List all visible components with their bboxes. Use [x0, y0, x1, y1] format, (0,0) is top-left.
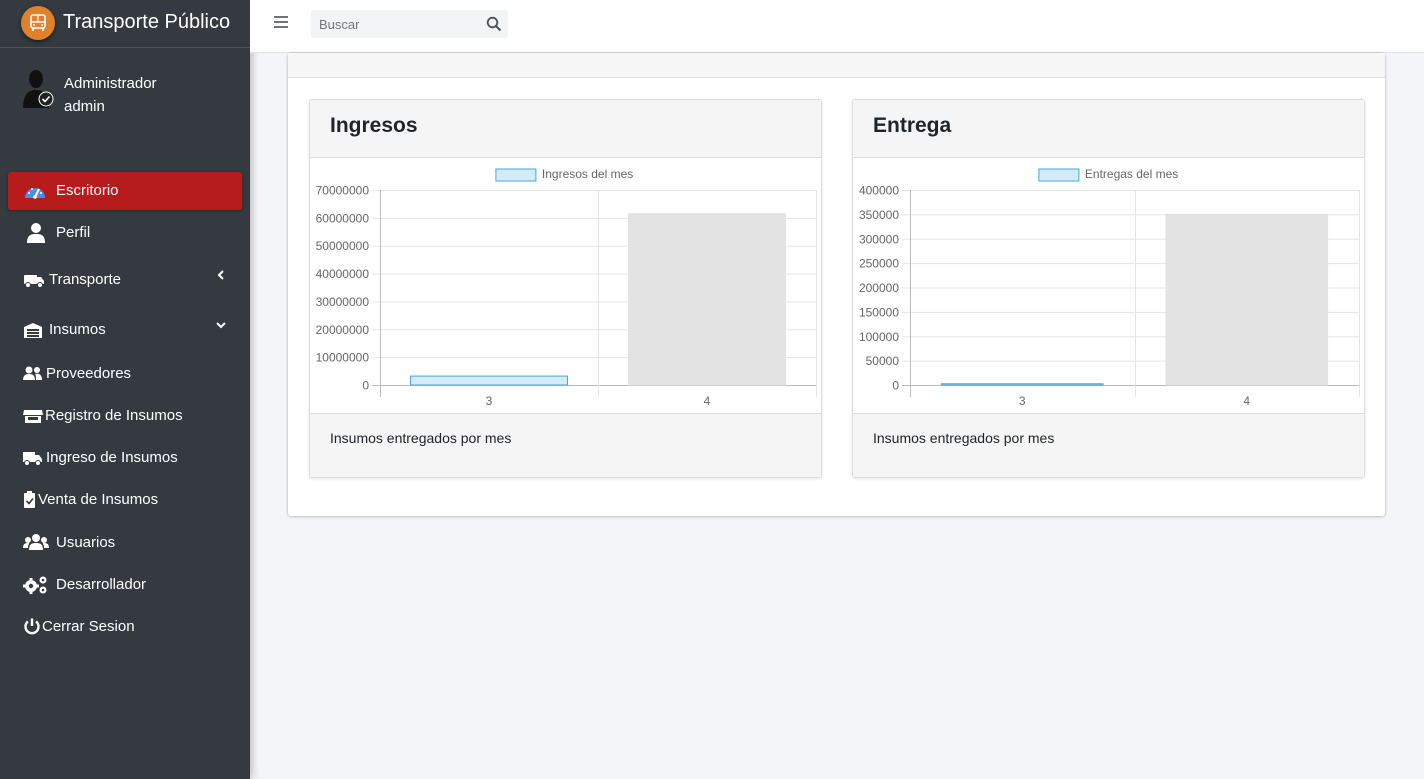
- sidebar-item-label: Ingreso de Insumos: [46, 449, 178, 466]
- brand-title: Transporte Público: [63, 11, 231, 33]
- sidebar-item-insumos[interactable]: Insumos: [8, 311, 242, 349]
- y-tick-label: 100000: [859, 330, 899, 344]
- ingresos-bar-chart: Ingresos del mes 0 10000000 20000000 3000000…: [316, 167, 817, 408]
- y-tick-label: 10000000: [316, 351, 370, 365]
- entrega-card: Entrega Entregas del mes 0 50000 100000 1500…: [852, 99, 1365, 478]
- y-tick-label: 40000000: [316, 267, 370, 281]
- card-header: Entrega: [853, 100, 1364, 158]
- x-tick-label: 4: [1243, 394, 1250, 408]
- users-icon: [23, 534, 49, 550]
- y-tick-label: 150000: [859, 305, 899, 319]
- user-name[interactable]: Administrador: [64, 75, 157, 92]
- y-tick-label: 0: [892, 379, 899, 393]
- top-navbar: [250, 0, 1424, 53]
- dashboard-card: Ingresos Ingresos del mes 0 10000000 200000…: [288, 53, 1385, 516]
- y-tick-label: 70000000: [316, 184, 370, 198]
- legend-label: Ingresos del mes: [542, 167, 633, 181]
- y-tick-label: 250000: [859, 257, 899, 271]
- bar: [628, 213, 786, 386]
- sidebar-item-venta-insumos[interactable]: Venta de Insumos: [8, 481, 242, 519]
- sidebar-item-registro-insumos[interactable]: Registro de Insumos: [8, 397, 242, 435]
- user-panel: Administrador admin: [0, 60, 250, 130]
- user-role: admin: [64, 98, 105, 115]
- x-tick-label: 3: [1019, 394, 1026, 408]
- x-tick-label: 3: [486, 394, 493, 408]
- legend-label: Entregas del mes: [1085, 167, 1178, 181]
- entrega-bar-chart: Entregas del mes 0 50000 100000 150000 200000…: [859, 167, 1360, 408]
- x-tick-label: 4: [704, 394, 711, 408]
- y-tick-label: 400000: [859, 184, 899, 198]
- sidebar-item-label: Proveedores: [46, 365, 132, 382]
- sidebar-item-label: Usuarios: [56, 534, 116, 551]
- sidebar-item-proveedores[interactable]: Proveedores: [8, 355, 242, 393]
- search-form: [311, 10, 508, 38]
- sidebar-item-label: Desarrollador: [56, 576, 147, 593]
- y-tick-label: 0: [362, 379, 369, 393]
- card-footer-text: Insumos entregados por mes: [873, 430, 1055, 446]
- bar: [940, 383, 1104, 386]
- sidebar-item-label: Escritorio: [56, 182, 119, 199]
- sidebar-item-ingreso-insumos[interactable]: Ingreso de Insumos: [8, 439, 242, 477]
- bar: [1165, 213, 1329, 386]
- card-footer: Insumos entregados por mes: [853, 413, 1364, 477]
- card-title: Ingresos: [330, 114, 418, 137]
- search-icon[interactable]: [486, 16, 502, 32]
- card-header: Ingresos: [310, 100, 821, 158]
- sidebar-item-escritorio[interactable]: Escritorio: [8, 172, 242, 210]
- warehouse-icon: [24, 323, 42, 338]
- ingresos-card: Ingresos Ingresos del mes 0 10000000 200000…: [309, 99, 822, 478]
- y-tick-label: 60000000: [316, 211, 370, 225]
- y-tick-label: 350000: [859, 208, 899, 222]
- card-footer-text: Insumos entregados por mes: [330, 430, 512, 446]
- sidebar-item-label: Cerrar Sesion: [42, 618, 135, 635]
- sidebar-item-transporte[interactable]: Transporte: [8, 261, 242, 299]
- menu-toggle-icon[interactable]: [274, 16, 288, 30]
- delivery-truck-icon: [23, 452, 42, 466]
- dashboard-card-header: [288, 53, 1385, 78]
- dashboard-gauge-icon: [25, 188, 45, 199]
- bus-icon: [21, 6, 55, 40]
- chevron-left-icon: [217, 270, 224, 280]
- sidebar-item-label: Venta de Insumos: [38, 491, 159, 508]
- sidebar-item-label: Insumos: [49, 321, 106, 338]
- user-avatar: [21, 68, 55, 108]
- sidebar-item-label: Perfil: [56, 224, 91, 241]
- truck-icon: [24, 275, 44, 288]
- y-tick-label: 30000000: [316, 295, 370, 309]
- sidebar-item-label: Transporte: [49, 271, 121, 288]
- card-title: Entrega: [873, 114, 952, 137]
- legend-swatch: [1038, 168, 1080, 182]
- card-footer: Insumos entregados por mes: [310, 413, 821, 477]
- legend-swatch: [495, 168, 537, 182]
- store-icon: [23, 410, 43, 423]
- sidebar-item-perfil[interactable]: Perfil: [8, 214, 242, 252]
- user-friends-icon: [23, 366, 42, 380]
- sidebar: Transporte Público Administrador admin E…: [0, 0, 250, 779]
- search-input[interactable]: [311, 10, 481, 38]
- sidebar-item-desarrollador[interactable]: Desarrollador: [8, 566, 242, 604]
- chevron-down-icon: [216, 322, 226, 329]
- cogs-icon: [23, 576, 47, 594]
- y-tick-label: 300000: [859, 232, 899, 246]
- y-tick-label: 50000: [866, 354, 900, 368]
- user-icon: [27, 223, 45, 243]
- brand-link[interactable]: Transporte Público: [0, 0, 250, 48]
- sidebar-item-label: Registro de Insumos: [45, 407, 183, 424]
- bar: [410, 375, 568, 386]
- y-tick-label: 200000: [859, 281, 899, 295]
- y-tick-label: 20000000: [316, 323, 370, 337]
- sidebar-item-usuarios[interactable]: Usuarios: [8, 524, 242, 562]
- sidebar-item-cerrar-sesion[interactable]: Cerrar Sesion: [8, 608, 242, 646]
- y-tick-label: 50000000: [316, 239, 370, 253]
